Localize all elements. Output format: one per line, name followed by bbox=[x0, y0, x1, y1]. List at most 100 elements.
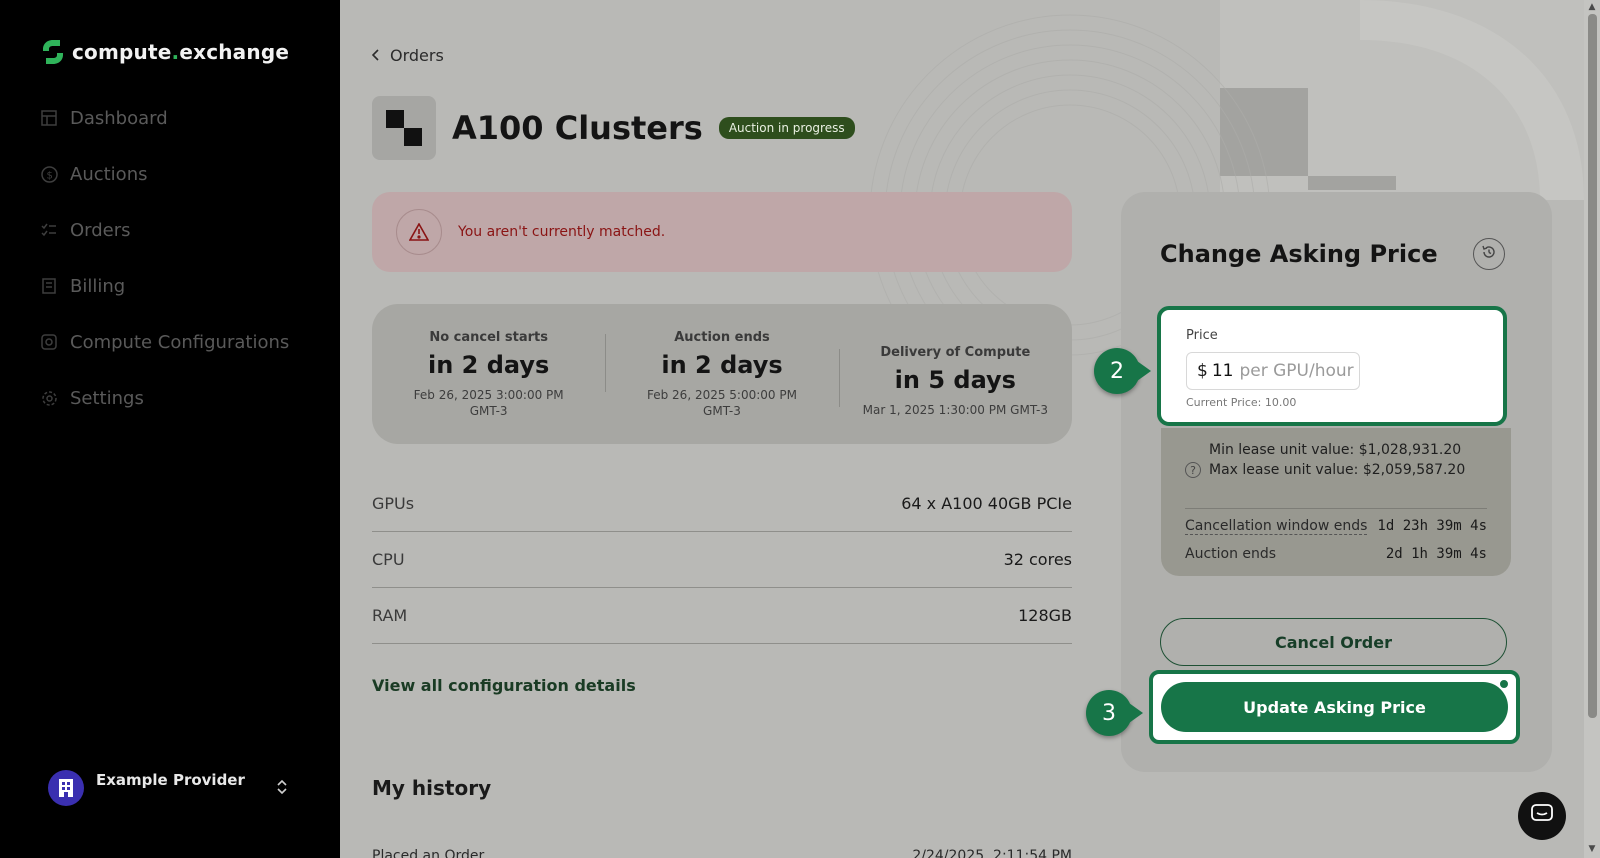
cancellation-label[interactable]: Cancellation window ends bbox=[1185, 518, 1368, 535]
spec-value: 128GB bbox=[1018, 606, 1072, 625]
lease-info-card: ? Min lease unit value: $1,028,931.20 Ma… bbox=[1161, 428, 1511, 576]
spec-row-cpu: CPU 32 cores bbox=[372, 532, 1072, 588]
timeline-label: No cancel starts bbox=[429, 329, 548, 345]
chevron-up-down-icon[interactable] bbox=[276, 778, 288, 800]
sidebar-item-label: Auctions bbox=[70, 163, 148, 185]
gear-icon bbox=[40, 333, 58, 351]
alert-message: You aren't currently matched. bbox=[458, 224, 666, 240]
breadcrumb-orders: Orders bbox=[390, 46, 444, 65]
timeline-label: Auction ends bbox=[674, 329, 770, 345]
page-title: A100 Clusters bbox=[452, 109, 703, 147]
timeline-value: in 5 days bbox=[894, 365, 1016, 394]
billing-icon bbox=[40, 277, 58, 295]
timeline-date: Feb 26, 2025 5:00:00 PM GMT-3 bbox=[646, 387, 797, 418]
sidebar-nav: Dashboard $ Auctions Orders Billing Comp… bbox=[40, 90, 289, 426]
history-title: My history bbox=[372, 776, 492, 800]
max-lease-value: Max lease unit value: $2,059,587.20 bbox=[1209, 462, 1466, 478]
account-name: Example Provider bbox=[96, 771, 245, 789]
price-input[interactable]: $ 11 per GPU/hour bbox=[1186, 352, 1360, 390]
currency-symbol: $ bbox=[1197, 361, 1208, 381]
auction-value: 2d 1h 39m 4s bbox=[1385, 546, 1487, 562]
building-icon bbox=[59, 779, 73, 797]
title-row: A100 Clusters Auction in progress bbox=[372, 96, 855, 160]
scroll-up-icon[interactable]: ▲ bbox=[1587, 2, 1597, 12]
status-dot bbox=[1498, 678, 1510, 690]
min-lease-value: Min lease unit value: $1,028,931.20 bbox=[1209, 442, 1462, 458]
timeline-no-cancel: No cancel starts in 2 days Feb 26, 2025 … bbox=[372, 330, 605, 419]
timeline-date: Mar 1, 2025 1:30:00 PM GMT-3 bbox=[862, 402, 1049, 417]
spec-label: RAM bbox=[372, 606, 408, 625]
warning-icon bbox=[396, 209, 442, 255]
sidebar-item-dashboard[interactable]: Dashboard bbox=[40, 90, 289, 146]
price-label: Price bbox=[1186, 328, 1218, 343]
logo[interactable]: compute.exchange bbox=[40, 38, 289, 66]
sidebar-item-settings[interactable]: Settings bbox=[40, 370, 289, 426]
account-switcher[interactable]: Example Provider bbox=[48, 770, 288, 806]
divider bbox=[1185, 508, 1487, 509]
breadcrumb[interactable]: Orders bbox=[371, 46, 444, 65]
price-card: Price $ 11 per GPU/hour Current Price: 1… bbox=[1157, 306, 1507, 426]
timeline-value: in 2 days bbox=[428, 350, 550, 379]
current-price: Current Price: 10.00 bbox=[1186, 396, 1297, 409]
sidebar-item-label: Dashboard bbox=[70, 107, 168, 129]
spec-label: GPUs bbox=[372, 494, 415, 513]
sidebar-item-auctions[interactable]: $ Auctions bbox=[40, 146, 289, 202]
sidebar: compute.exchange Dashboard $ Auctions Or… bbox=[0, 0, 340, 858]
dollar-icon: $ bbox=[40, 165, 58, 183]
logo-icon bbox=[40, 38, 66, 66]
price-value: 11 bbox=[1211, 361, 1234, 381]
spec-value: 64 x A100 40GB PCIe bbox=[901, 494, 1072, 513]
history-row: Placed an Order 2/24/2025, 2:11:54 PM bbox=[372, 848, 1072, 858]
auction-countdown: Auction ends 2d 1h 39m 4s bbox=[1185, 546, 1487, 562]
panel-title: Change Asking Price bbox=[1160, 240, 1438, 268]
cancel-order-button[interactable]: Cancel Order bbox=[1160, 618, 1507, 666]
spec-value: 32 cores bbox=[1003, 550, 1072, 569]
spec-label: CPU bbox=[372, 550, 405, 569]
spec-row-ram: RAM 128GB bbox=[372, 588, 1072, 644]
settings-icon bbox=[40, 389, 58, 407]
sidebar-item-billing[interactable]: Billing bbox=[40, 258, 289, 314]
dashboard-icon bbox=[40, 109, 58, 127]
step-marker-update: 3 bbox=[1086, 690, 1143, 736]
cancellation-countdown: Cancellation window ends 1d 23h 39m 4s bbox=[1185, 518, 1487, 535]
scroll-down-icon[interactable]: ▼ bbox=[1587, 844, 1597, 854]
auction-label: Auction ends bbox=[1185, 546, 1277, 562]
avatar bbox=[48, 770, 84, 806]
sidebar-item-label: Orders bbox=[70, 219, 131, 241]
sidebar-item-orders[interactable]: Orders bbox=[40, 202, 289, 258]
timeline-auction-ends: Auction ends in 2 days Feb 26, 2025 5:00… bbox=[605, 330, 838, 419]
change-price-panel: Change Asking Price Price $ 11 per GPU/h… bbox=[1121, 192, 1552, 772]
status-badge: Auction in progress bbox=[718, 117, 855, 139]
sidebar-item-label: Compute Configurations bbox=[70, 331, 290, 353]
refresh-icon bbox=[1481, 244, 1497, 264]
help-icon[interactable]: ? bbox=[1185, 462, 1201, 478]
update-asking-price-button[interactable]: Update Asking Price bbox=[1161, 682, 1508, 732]
update-highlight: Update Asking Price bbox=[1149, 670, 1520, 744]
sidebar-item-compute-configurations[interactable]: Compute Configurations bbox=[40, 314, 289, 370]
timeline-card: No cancel starts in 2 days Feb 26, 2025 … bbox=[372, 304, 1072, 444]
svg-text:$: $ bbox=[46, 170, 52, 181]
refresh-button[interactable] bbox=[1473, 238, 1505, 270]
timeline-date: Feb 26, 2025 3:00:00 PM GMT-3 bbox=[413, 387, 564, 418]
sidebar-item-label: Settings bbox=[70, 387, 144, 409]
step-marker-price: 2 bbox=[1094, 348, 1151, 394]
main-content: Orders A100 Clusters Auction in progress… bbox=[340, 0, 1584, 858]
history-date: 2/24/2025, 2:11:54 PM bbox=[912, 848, 1072, 858]
logo-text: compute.exchange bbox=[72, 40, 290, 64]
view-config-details-link[interactable]: View all configuration details bbox=[372, 676, 636, 695]
match-alert: You aren't currently matched. bbox=[372, 192, 1072, 272]
chat-button[interactable] bbox=[1518, 792, 1566, 840]
scroll-thumb[interactable] bbox=[1588, 14, 1597, 718]
chat-icon bbox=[1531, 804, 1553, 828]
cancellation-value: 1d 23h 39m 4s bbox=[1377, 518, 1487, 534]
timeline-label: Delivery of Compute bbox=[880, 344, 1031, 360]
orders-icon bbox=[40, 221, 58, 239]
scrollbar[interactable]: ▲ ▼ bbox=[1584, 0, 1600, 858]
timeline-delivery: Delivery of Compute in 5 days Mar 1, 202… bbox=[838, 344, 1072, 418]
cluster-logo-icon bbox=[372, 96, 436, 160]
history-label: Placed an Order bbox=[372, 848, 485, 858]
chevron-left-icon bbox=[371, 46, 380, 65]
spec-row-gpus: GPUs 64 x A100 40GB PCIe bbox=[372, 476, 1072, 532]
price-unit: per GPU/hour bbox=[1239, 361, 1354, 381]
sidebar-item-label: Billing bbox=[70, 275, 126, 297]
